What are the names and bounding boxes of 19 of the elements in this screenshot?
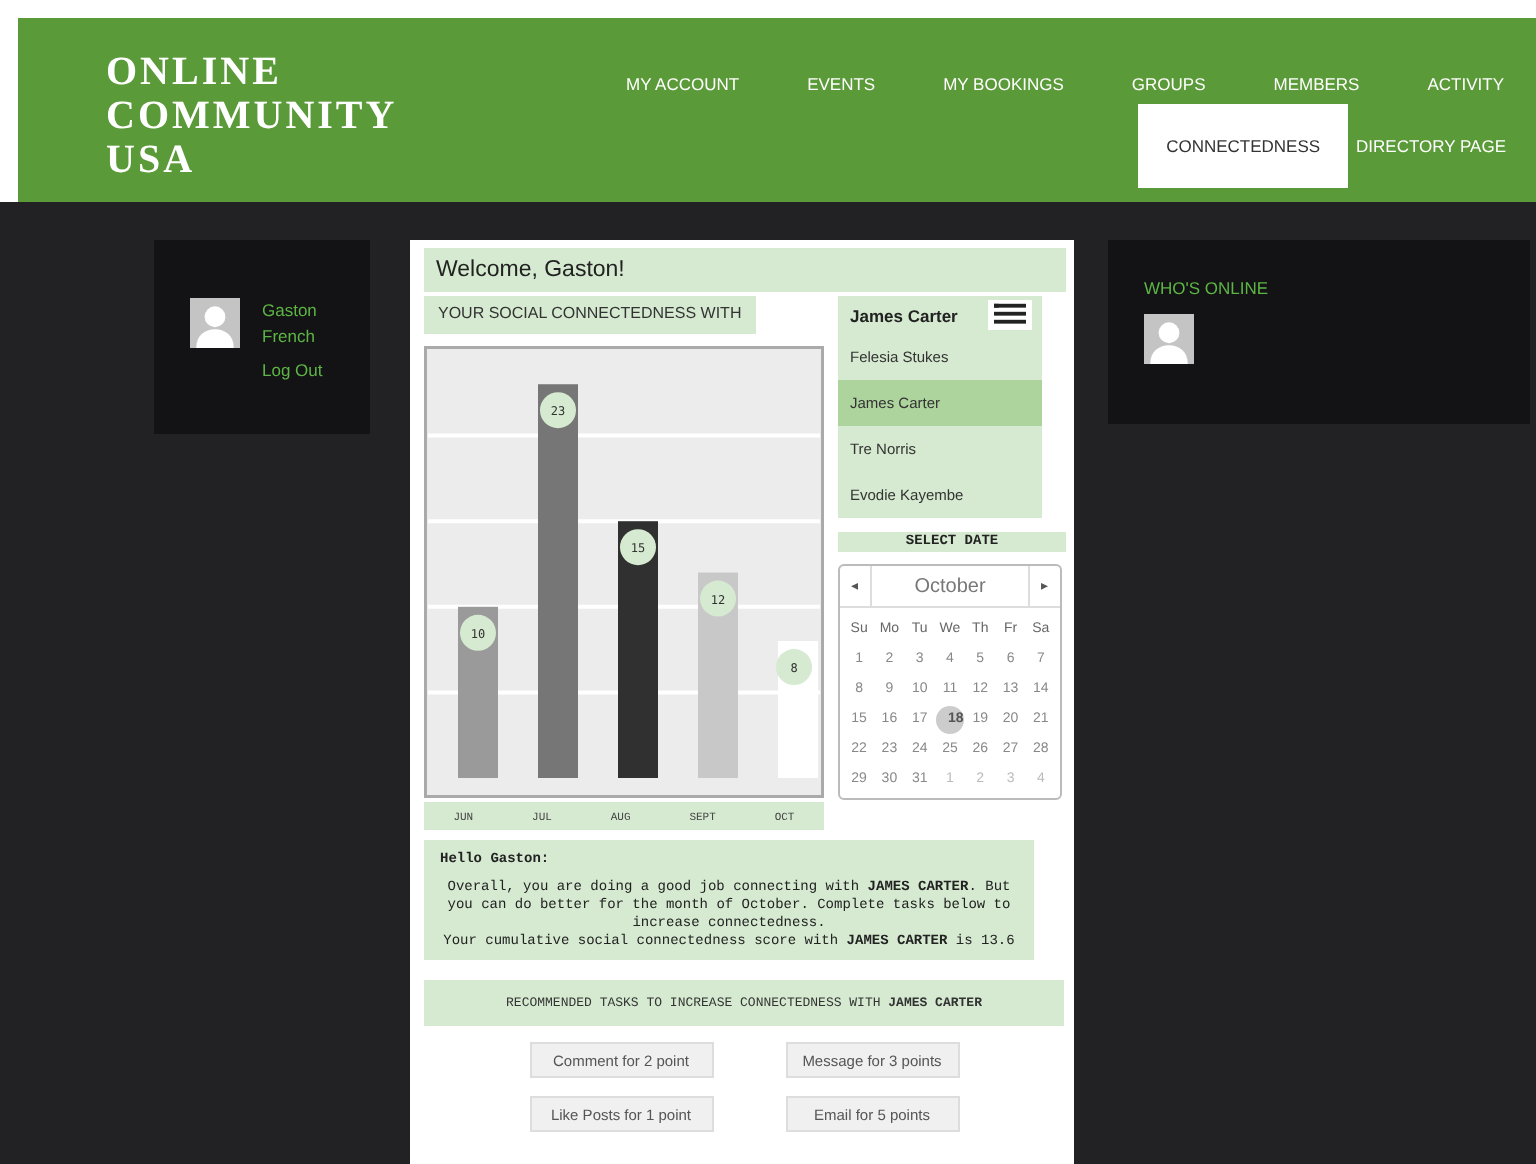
welcome-heading: Welcome, Gaston! — [424, 248, 1066, 292]
nav-link[interactable]: ACTIVITY — [1391, 74, 1536, 94]
panel-title: WHO'S ONLINE — [1144, 278, 1271, 298]
logout-link[interactable]: Log Out — [262, 360, 342, 380]
nav-link[interactable]: MY BOOKINGS — [907, 74, 1096, 94]
nav-link[interactable]: CONNECTEDNESS — [1138, 104, 1349, 188]
site-logo[interactable]: ONLINE COMMUNITY USA — [106, 18, 398, 202]
nav-link[interactable]: MY ACCOUNT — [626, 74, 772, 94]
avatar-icon — [1144, 314, 1194, 364]
person-dropdown[interactable]: James Carter — [838, 296, 1042, 334]
menu-icon — [988, 300, 1032, 330]
month-label: October — [912, 575, 988, 597]
nav-link[interactable]: DIRECTORY PAGE — [1348, 104, 1536, 188]
avatar-icon — [190, 298, 240, 348]
nav-link[interactable]: EVENTS — [771, 74, 908, 94]
nav-link[interactable]: GROUPS — [1095, 74, 1238, 94]
user-name-link[interactable]: Gaston French — [262, 298, 342, 350]
connectedness-label: YOUR SOCIAL CONNECTEDNESS WITH — [424, 296, 756, 334]
nav-link[interactable]: MEMBERS — [1237, 74, 1392, 94]
